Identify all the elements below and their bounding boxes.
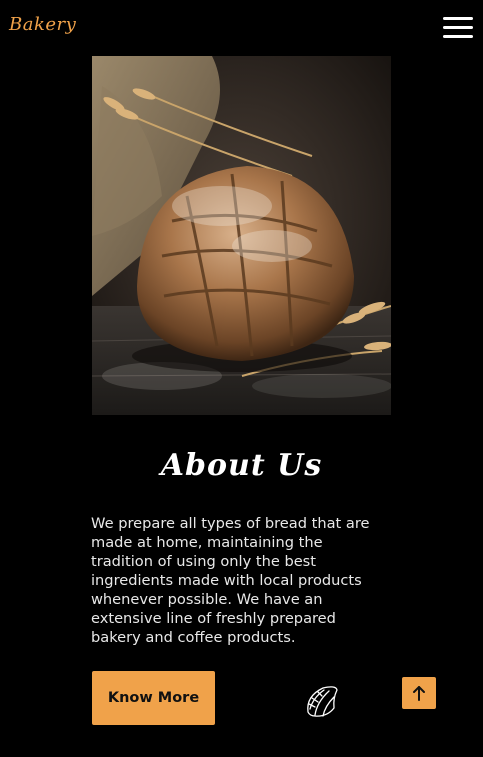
menu-bar	[443, 17, 473, 20]
menu-bar	[443, 26, 473, 29]
croissant-icon	[307, 686, 338, 717]
about-title: About Us	[160, 448, 323, 483]
know-more-button[interactable]: Know More	[92, 671, 215, 725]
arrow-up-icon	[413, 686, 425, 701]
menu-bar	[443, 35, 473, 38]
site-header: Bakery	[0, 0, 483, 56]
hamburger-menu-icon[interactable]	[443, 16, 473, 40]
scroll-to-top-button[interactable]	[402, 677, 436, 709]
about-description: We prepare all types of bread that are m…	[91, 515, 370, 646]
bread-photo	[92, 56, 391, 415]
bread-illustration	[92, 56, 391, 415]
brand-logo[interactable]: Bakery	[9, 14, 76, 35]
